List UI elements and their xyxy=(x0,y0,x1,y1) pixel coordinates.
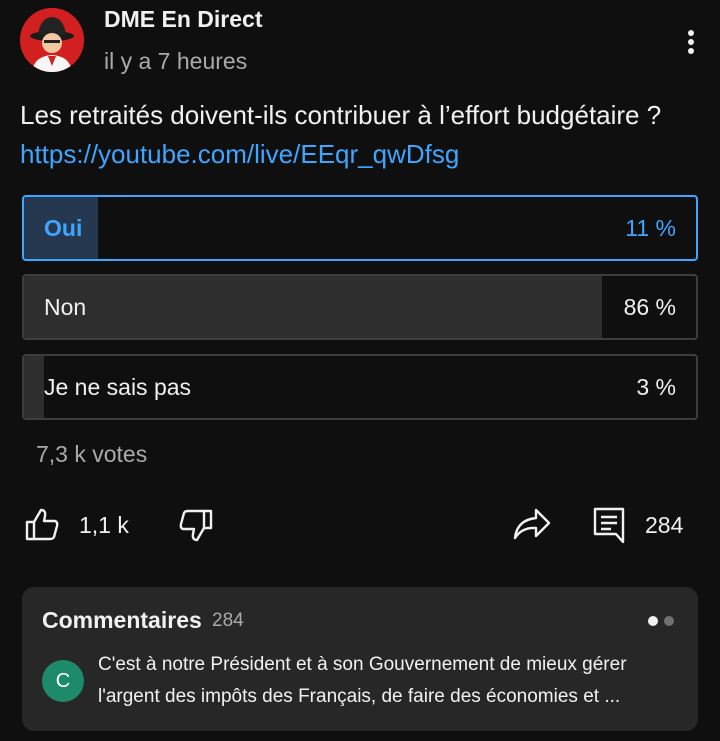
post-question: Les retraités doivent-ils contribuer à l… xyxy=(20,100,662,130)
poll-option-percent: 86 % xyxy=(623,294,676,320)
channel-name[interactable]: DME En Direct xyxy=(104,6,262,33)
vote-count: 7,3 k votes xyxy=(36,441,148,467)
comments-panel[interactable]: Commentaires 284 C C'est à notre Préside… xyxy=(22,587,698,731)
poll-option-label: Je ne sais pas xyxy=(44,374,192,400)
like-icon[interactable] xyxy=(24,506,60,547)
share-icon[interactable] xyxy=(512,506,552,547)
like-count: 1,1 k xyxy=(79,512,129,538)
comment-preview: C'est à notre Président et à son Gouvern… xyxy=(98,649,678,713)
comment-author-avatar: C xyxy=(42,660,84,702)
post-time: il y a 7 heures xyxy=(104,48,248,74)
comment-count: 284 xyxy=(645,512,684,538)
post-text: Les retraités doivent-ils contribuer à l… xyxy=(20,96,704,174)
dislike-icon[interactable] xyxy=(178,508,214,549)
comment-icon[interactable] xyxy=(592,506,626,549)
channel-avatar[interactable] xyxy=(20,8,84,72)
poll-option-percent: 11 % xyxy=(625,215,676,241)
poll-option-fill xyxy=(24,356,45,418)
comments-count: 284 xyxy=(212,610,244,631)
poll-option-non[interactable]: Non 86 % xyxy=(22,274,698,340)
more-vert-icon[interactable] xyxy=(676,24,706,60)
poll-option-label: Non xyxy=(44,294,87,320)
comments-title: Commentaires xyxy=(42,607,202,633)
poll-option-oui[interactable]: Oui 11 % xyxy=(22,195,698,261)
poll-option-percent: 3 % xyxy=(636,374,676,400)
post-link[interactable]: https://youtube.com/live/EEqr_qwDfsg xyxy=(20,139,459,169)
carousel-dots xyxy=(642,613,674,631)
comment-line-1: C'est à notre Président et à son Gouvern… xyxy=(98,654,627,675)
poll-option-fill xyxy=(24,276,602,338)
comment-line-2: l'argent des impôts des Français, de fai… xyxy=(98,686,621,707)
poll-option-je-ne-sais-pas[interactable]: Je ne sais pas 3 % xyxy=(22,354,698,420)
poll-option-label: Oui xyxy=(44,215,83,241)
